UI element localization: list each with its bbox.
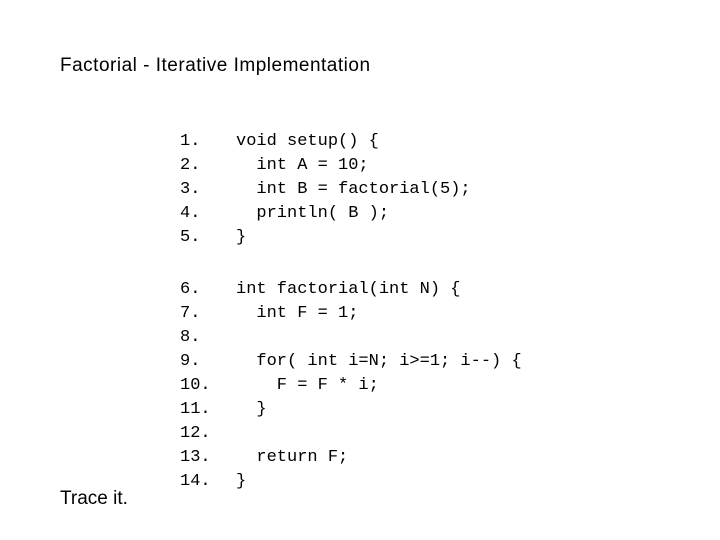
code-line: 4. println( B ); (180, 202, 471, 226)
code-block-factorial: 6.int factorial(int N) { 7. int F = 1; 8… (180, 278, 522, 494)
line-number: 4. (180, 202, 236, 226)
line-number: 6. (180, 278, 236, 302)
page-title: Factorial - Iterative Implementation (60, 55, 371, 77)
code-line: 5.} (180, 226, 471, 250)
code-block-setup: 1.void setup() { 2. int A = 10; 3. int B… (180, 130, 471, 250)
code-text: } (236, 228, 246, 247)
code-text: int B = factorial(5); (236, 180, 471, 199)
line-number: 5. (180, 226, 236, 250)
line-number: 13. (180, 446, 236, 470)
line-number: 8. (180, 326, 236, 350)
line-number: 2. (180, 154, 236, 178)
line-number: 3. (180, 178, 236, 202)
line-number: 9. (180, 350, 236, 374)
code-line: 10. F = F * i; (180, 374, 522, 398)
line-number: 14. (180, 470, 236, 494)
code-text: } (236, 472, 246, 491)
code-text: println( B ); (236, 204, 389, 223)
code-text: F = F * i; (236, 376, 379, 395)
line-number: 11. (180, 398, 236, 422)
code-line: 3. int B = factorial(5); (180, 178, 471, 202)
code-text: return F; (236, 448, 348, 467)
line-number: 10. (180, 374, 236, 398)
code-text: for( int i=N; i>=1; i--) { (236, 352, 522, 371)
line-number: 7. (180, 302, 236, 326)
code-line: 6.int factorial(int N) { (180, 278, 522, 302)
code-line: 9. for( int i=N; i>=1; i--) { (180, 350, 522, 374)
code-line: 7. int F = 1; (180, 302, 522, 326)
code-text: void setup() { (236, 132, 379, 151)
code-text: int F = 1; (236, 304, 358, 323)
line-number: 1. (180, 130, 236, 154)
code-line: 1.void setup() { (180, 130, 471, 154)
line-number: 12. (180, 422, 236, 446)
code-text: int factorial(int N) { (236, 280, 460, 299)
code-line: 8. (180, 326, 522, 350)
code-line: 2. int A = 10; (180, 154, 471, 178)
code-text: } (236, 400, 267, 419)
code-line: 11. } (180, 398, 522, 422)
code-line: 12. (180, 422, 522, 446)
footer-text: Trace it. (60, 488, 128, 510)
code-line: 13. return F; (180, 446, 522, 470)
code-line: 14.} (180, 470, 522, 494)
code-text: int A = 10; (236, 156, 369, 175)
